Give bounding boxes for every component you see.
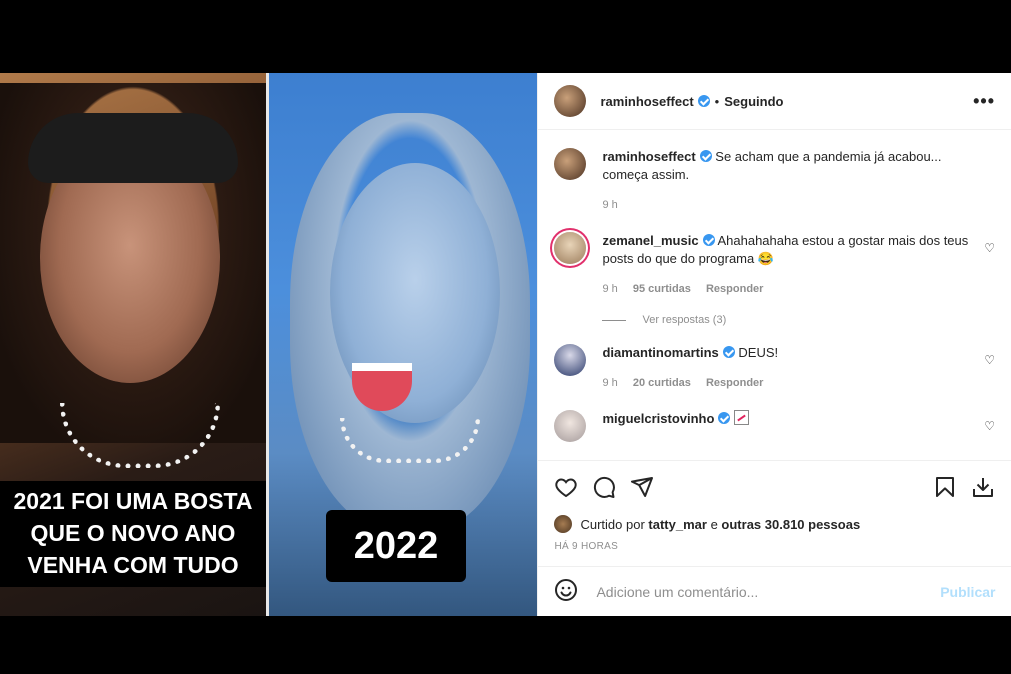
- likes-others[interactable]: outras 30.810 pessoas: [721, 517, 860, 532]
- instagram-post: 2021 FOI UMA BOSTA QUE O NOVO ANO VENHA …: [0, 73, 1011, 616]
- image-divider: [266, 73, 269, 616]
- author-avatar[interactable]: [554, 148, 587, 180]
- comment-item: miguelcristovinho ♡: [554, 410, 995, 442]
- author-avatar[interactable]: [554, 85, 587, 117]
- action-bar: [538, 460, 1011, 513]
- comment-likes[interactable]: 20 curtidas: [633, 377, 691, 389]
- comment-username[interactable]: raminhoseffect: [602, 149, 695, 164]
- likes-and: e: [710, 516, 718, 532]
- headband: [28, 113, 238, 183]
- comment-text: DEUS!: [738, 345, 779, 360]
- share-icon[interactable]: [628, 473, 656, 501]
- comment-input[interactable]: [594, 582, 941, 601]
- commenter-avatar[interactable]: [554, 410, 587, 442]
- bookmark-icon[interactable]: [931, 473, 959, 501]
- chart-increasing-icon: [734, 410, 750, 425]
- caption-comment: raminhoseffect Se acham que a pandemia j…: [554, 148, 995, 214]
- liker-avatar[interactable]: [554, 515, 573, 533]
- verified-icon: [722, 346, 735, 358]
- add-comment-bar: Publicar: [538, 566, 1011, 616]
- commenter-avatar[interactable]: [554, 232, 587, 264]
- comment-username[interactable]: miguelcristovinho: [602, 411, 714, 426]
- verified-icon: [699, 150, 712, 162]
- comment-likes[interactable]: 95 curtidas: [633, 283, 691, 295]
- download-icon[interactable]: [969, 473, 997, 501]
- comment-username[interactable]: diamantinomartins: [602, 345, 718, 360]
- view-replies[interactable]: Ver respostas (3): [602, 314, 995, 326]
- heart-icon[interactable]: [552, 473, 580, 501]
- like-comment-heart-icon[interactable]: ♡: [984, 353, 995, 367]
- comment-item: diamantinomartins DEUS! 9 h 20 curtidas …: [554, 344, 995, 392]
- more-icon[interactable]: •••: [973, 91, 995, 112]
- post-timestamp[interactable]: HÁ 9 HORAS: [538, 535, 1011, 563]
- post-image[interactable]: 2021 FOI UMA BOSTA QUE O NOVO ANO VENHA …: [0, 73, 538, 616]
- comment-username[interactable]: zemanel_music: [602, 233, 698, 248]
- author-username[interactable]: raminhoseffect: [600, 94, 693, 109]
- comments-list[interactable]: raminhoseffect Se acham que a pandemia j…: [538, 130, 1011, 460]
- separator-dot: •: [714, 93, 720, 109]
- caption-2022: 2022: [326, 510, 466, 582]
- comment-icon[interactable]: [590, 473, 618, 501]
- comment-time[interactable]: 9 h: [602, 283, 617, 295]
- verified-icon: [718, 412, 731, 424]
- comment-item: zemanel_music Ahahahahaha estou a gostar…: [554, 232, 995, 298]
- following-button[interactable]: Seguindo: [724, 94, 783, 109]
- caption-2021: 2021 FOI UMA BOSTA QUE O NOVO ANO VENHA …: [0, 481, 266, 587]
- view-replies-label[interactable]: Ver respostas (3): [642, 314, 726, 326]
- reply-button[interactable]: Responder: [706, 377, 763, 389]
- likes-prefix: Curtido por: [580, 516, 645, 532]
- commenter-avatar[interactable]: [554, 344, 587, 376]
- replies-line: [602, 319, 627, 321]
- likes-summary: Curtido por tatty_mar e outras 30.810 pe…: [538, 513, 1011, 535]
- like-comment-heart-icon[interactable]: ♡: [984, 419, 995, 433]
- verified-icon: [697, 95, 710, 107]
- liker-username[interactable]: tatty_mar: [648, 517, 707, 532]
- reply-button[interactable]: Responder: [706, 283, 763, 295]
- post-header: raminhoseffect • Seguindo •••: [538, 73, 1011, 130]
- post-sidebar: raminhoseffect • Seguindo ••• raminhosef…: [537, 73, 1011, 616]
- emoji-icon[interactable]: [554, 578, 582, 606]
- publish-button[interactable]: Publicar: [940, 584, 995, 600]
- verified-icon: [702, 234, 715, 246]
- comment-time[interactable]: 9 h: [602, 196, 982, 214]
- comment-time[interactable]: 9 h: [602, 377, 617, 389]
- like-comment-heart-icon[interactable]: ♡: [984, 241, 995, 255]
